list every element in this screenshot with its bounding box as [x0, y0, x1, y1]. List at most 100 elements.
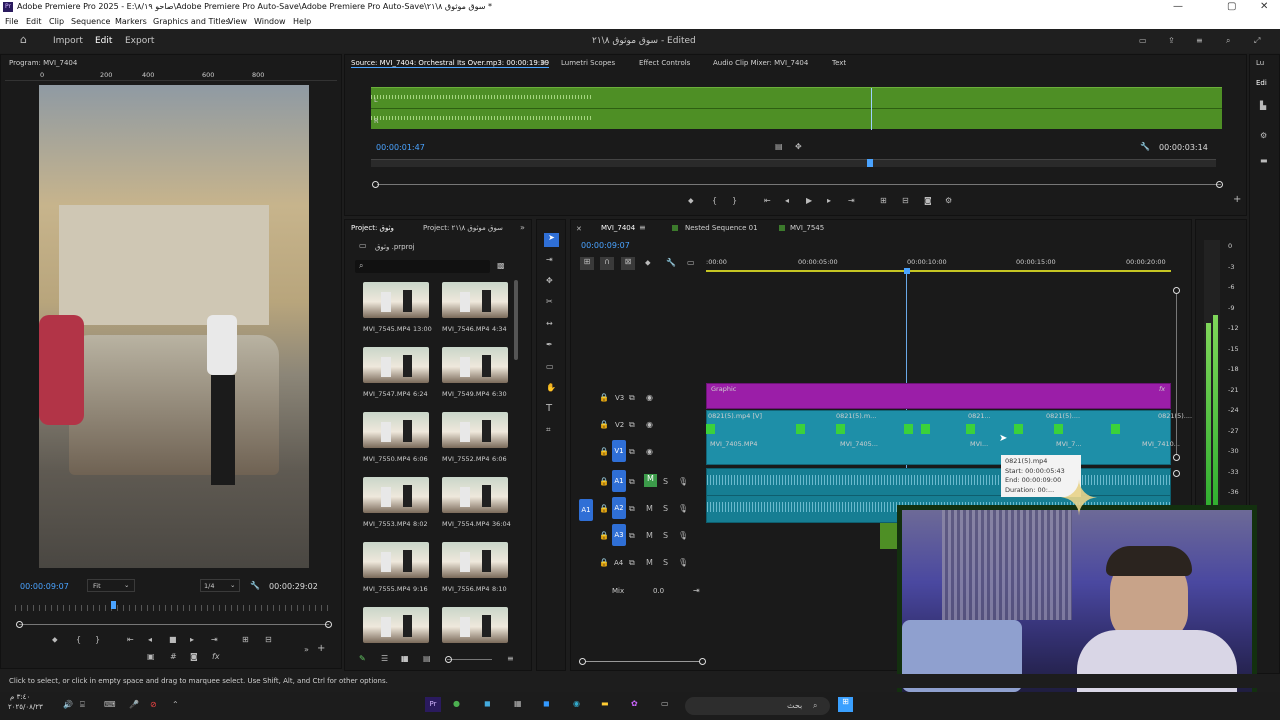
icon-view-icon[interactable]: ▦	[401, 654, 409, 664]
menu-lines-icon[interactable]: ≡	[1196, 36, 1203, 46]
marker-icon[interactable]: ⬥	[688, 196, 694, 206]
camera-icon[interactable]: ◙	[190, 652, 198, 662]
marker-icon[interactable]: ⬥	[52, 635, 58, 645]
tab-project-1[interactable]: Project: وثوق	[351, 224, 394, 232]
v2-clip-label[interactable]: 0821(5).mp4 [V]	[708, 412, 762, 420]
tab-import[interactable]: Import	[53, 36, 83, 46]
window-icon[interactable]: ▭	[661, 699, 669, 709]
close-tab-icon[interactable]: ✕	[576, 224, 582, 234]
v2-clip-label[interactable]: 0821(5).m...	[836, 412, 876, 420]
add-button-icon[interactable]: +	[1233, 195, 1241, 205]
sort-icon[interactable]: ≡	[507, 654, 514, 664]
play-icon[interactable]: ▶	[806, 196, 812, 206]
nest-toggle-icon[interactable]: ⊞	[580, 257, 594, 270]
mute-a2-button[interactable]: M	[646, 504, 653, 514]
source-zoom-bar[interactable]	[377, 184, 1221, 185]
tool-icon[interactable]: ⚙	[1260, 131, 1267, 141]
share-icon[interactable]: ⇪	[1168, 36, 1175, 46]
solo-a3-button[interactable]: S	[663, 531, 668, 541]
lock-icon[interactable]: 🔒	[599, 420, 609, 430]
clip-thumbnail[interactable]	[363, 542, 429, 578]
speaker-icon[interactable]: 🔊	[63, 700, 73, 710]
network-icon[interactable]: ⌸	[80, 700, 85, 710]
sync-icon[interactable]: ⧉	[629, 531, 635, 541]
solo-a4-button[interactable]: S	[663, 558, 668, 568]
v-scroll-bottom[interactable]	[1173, 454, 1180, 461]
go-to-in-icon[interactable]: ⇤	[764, 196, 771, 206]
v-scroll-bar[interactable]	[1176, 294, 1177, 454]
step-forward-icon[interactable]: ▸	[827, 196, 831, 206]
h-scroll-left[interactable]	[579, 658, 586, 665]
zoom-handle-right[interactable]	[325, 621, 332, 628]
step-back-icon[interactable]: ◂	[785, 196, 789, 206]
tab-project-2[interactable]: Project: سوق موثوق ٨\٢١	[423, 224, 503, 232]
mark-out-icon[interactable]: }	[732, 196, 737, 206]
drag-video-icon[interactable]: ✥	[795, 142, 802, 152]
lock-icon[interactable]: 🔒	[599, 504, 609, 514]
go-to-in-icon[interactable]: ⇤	[127, 635, 134, 645]
search-icon[interactable]: ⌕	[1226, 36, 1230, 46]
v1-clip-label[interactable]: MVI_7405.MP4	[710, 440, 758, 448]
captions-icon[interactable]: ⌗	[546, 425, 551, 435]
solo-a1-button[interactable]: S	[663, 477, 668, 487]
panel-menu-icon[interactable]: ≡	[639, 223, 646, 233]
clip-thumbnail[interactable]	[363, 477, 429, 513]
tab-export[interactable]: Export	[125, 36, 154, 46]
safe-margins-icon[interactable]: ▣	[147, 652, 155, 662]
mute-a4-button[interactable]: M	[646, 558, 653, 568]
v1-clip-label[interactable]: MVI...	[970, 440, 988, 448]
menu-graphics[interactable]: Graphics and Titles	[153, 17, 230, 26]
clip-thumbnail[interactable]	[442, 282, 508, 318]
wrench-icon[interactable]: 🔧	[1140, 142, 1150, 152]
clip-thumbnail[interactable]	[442, 412, 508, 448]
edge-icon[interactable]: ◉	[573, 699, 580, 709]
menu-file[interactable]: File	[5, 17, 18, 26]
lock-icon[interactable]: 🔒	[599, 393, 609, 403]
clip-thumbnail[interactable]	[363, 412, 429, 448]
menu-edit[interactable]: Edit	[26, 17, 42, 26]
panel-icon[interactable]: ▭	[1139, 36, 1147, 46]
tab-mvi7545[interactable]: MVI_7545	[790, 224, 824, 232]
wrench-icon[interactable]: 🔧	[250, 581, 260, 591]
lock-icon[interactable]: 🔒	[599, 531, 609, 541]
tab-audio-clip-mixer[interactable]: Audio Clip Mixer: MVI_7404	[713, 59, 808, 67]
sync-icon[interactable]: ⧉	[629, 504, 635, 514]
lift-icon[interactable]: ⊞	[242, 635, 249, 645]
menu-window[interactable]: Window	[254, 17, 286, 26]
playhead[interactable]	[111, 601, 116, 609]
program-scrubber[interactable]	[15, 605, 331, 611]
mix-value[interactable]: 0.0	[653, 587, 664, 595]
camera-icon[interactable]: ◙	[924, 196, 932, 206]
v1-clip-label[interactable]: MVI_7...	[1056, 440, 1082, 448]
keyboard-icon[interactable]: ⌨	[104, 700, 116, 710]
add-marker-icon[interactable]: ⬥	[645, 258, 651, 268]
sync-icon[interactable]: ⧉	[629, 393, 635, 403]
source-scrubber[interactable]	[371, 159, 1216, 167]
minimize-icon[interactable]: —	[1173, 1, 1183, 12]
fullscreen-icon[interactable]: ⤢	[1254, 36, 1260, 46]
add-button-icon[interactable]: +	[317, 644, 325, 654]
start-icon[interactable]: ⊞	[838, 697, 853, 712]
zoom-select[interactable]: Fit ⌄	[87, 579, 135, 592]
slip-icon[interactable]: ↔	[546, 319, 553, 329]
more-controls-icon[interactable]: »	[304, 645, 309, 655]
source-playhead[interactable]	[867, 159, 873, 167]
go-to-end-icon[interactable]: ⇥	[693, 586, 700, 596]
h-scroll-right[interactable]	[699, 658, 706, 665]
sync-icon[interactable]: ⧉	[629, 420, 635, 430]
clock-time[interactable]: ٣:٤٠ م	[10, 693, 30, 701]
project-scrollbar[interactable]	[514, 280, 518, 360]
v2-clip-label[interactable]: 0821...	[968, 412, 991, 420]
go-to-out-icon[interactable]: ⇥	[848, 196, 855, 206]
calculator-icon[interactable]: ▦	[514, 699, 522, 709]
mic-icon[interactable]: 🎙	[678, 504, 688, 514]
menu-sequence[interactable]: Sequence	[71, 17, 110, 26]
lock-icon[interactable]: 🔒	[599, 447, 609, 457]
v1-clip-label[interactable]: MVI_7405...	[840, 440, 878, 448]
mark-in-icon[interactable]: {	[76, 635, 81, 645]
sync-icon[interactable]: ⧉	[629, 477, 635, 487]
overwrite-icon[interactable]: ⊟	[902, 196, 909, 206]
v1-clip-label[interactable]: MVI_7410...	[1142, 440, 1180, 448]
tab-text[interactable]: Text	[832, 59, 846, 67]
menu-clip[interactable]: Clip	[49, 17, 64, 26]
